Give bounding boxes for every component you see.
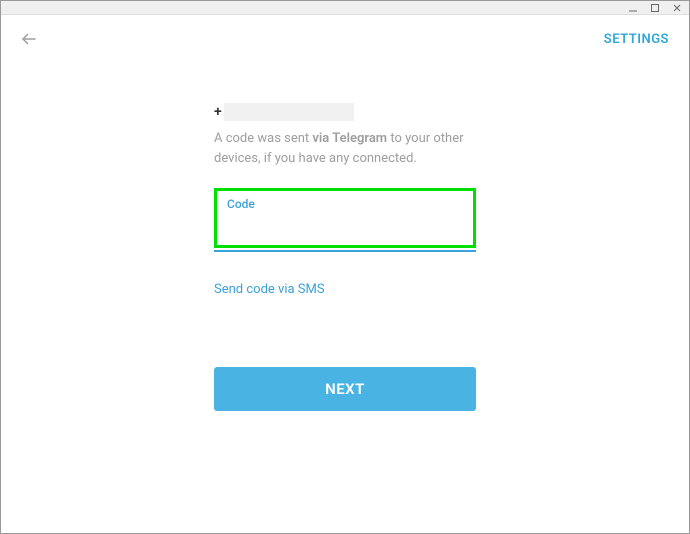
close-icon[interactable] — [671, 2, 683, 14]
code-underline — [214, 250, 476, 252]
desc-text-before: A code was sent — [214, 131, 312, 146]
code-field-container[interactable]: Code — [214, 188, 476, 248]
header-bar: SETTINGS — [1, 15, 689, 63]
code-sent-description: A code was sent via Telegram to your oth… — [214, 129, 476, 168]
next-button[interactable]: NEXT — [214, 367, 476, 411]
window-titlebar — [1, 1, 689, 15]
send-code-sms-link[interactable]: Send code via SMS — [214, 282, 325, 297]
phone-plus: + — [214, 104, 222, 120]
desc-bold: via Telegram — [312, 131, 387, 146]
settings-link[interactable]: SETTINGS — [604, 32, 669, 47]
minimize-icon[interactable] — [627, 2, 639, 14]
phone-number-masked — [224, 103, 354, 121]
main-content: + A code was sent via Telegram to your o… — [214, 103, 476, 411]
maximize-icon[interactable] — [649, 2, 661, 14]
code-input[interactable] — [227, 217, 463, 235]
back-button[interactable] — [19, 29, 39, 49]
code-label: Code — [227, 197, 463, 211]
phone-display: + — [214, 103, 476, 121]
